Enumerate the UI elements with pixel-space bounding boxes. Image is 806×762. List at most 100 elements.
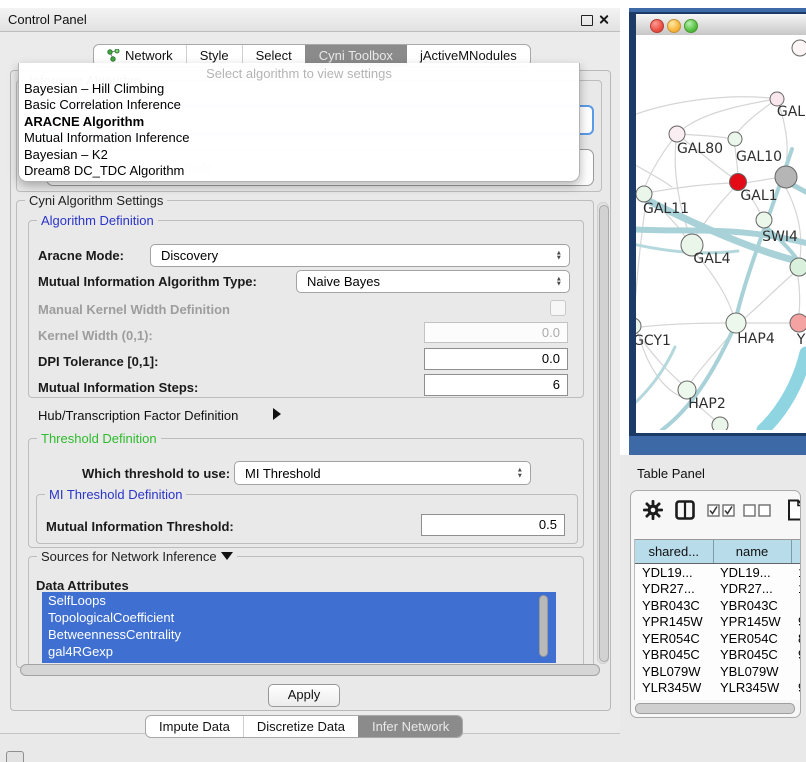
mi-threshold-field[interactable]: 0.5 <box>421 514 565 536</box>
table-cell[interactable]: 8. <box>791 630 801 647</box>
network-node-swi4[interactable] <box>756 212 772 228</box>
tab-infer-network[interactable]: Infer Network <box>358 716 462 737</box>
table-cell[interactable]: YBR045C <box>713 647 791 664</box>
table-cell[interactable]: YBR043C <box>713 597 791 614</box>
network-node[interactable] <box>712 417 728 430</box>
table-cell[interactable]: YDR27... <box>713 581 791 598</box>
table-horizontal-scrollbar[interactable] <box>635 703 795 713</box>
dpi-tolerance-field[interactable]: 0.0 <box>424 348 568 370</box>
table-cell[interactable]: YBR043C <box>635 597 713 614</box>
mi-type-combo[interactable]: Naive Bayes ▲▼ <box>296 270 570 293</box>
network-edge[interactable] <box>641 323 727 327</box>
table-row[interactable]: YER054CYER054C8. <box>635 630 801 647</box>
table-cell[interactable]: YER054C <box>635 630 713 647</box>
hub-expander-label[interactable]: Hub/Transcription Factor Definition <box>38 408 238 423</box>
network-window[interactable]: GALGAL80GAL10GAL1GAL11SWI4GAL4GCY1HAP4YH… <box>629 12 806 436</box>
mi-steps-field[interactable]: 6 <box>424 374 568 396</box>
algorithm-option-bayesian-hill-climbing[interactable]: Bayesian – Hill Climbing <box>19 81 579 97</box>
column-header-a[interactable]: A <box>791 540 801 564</box>
table-cell[interactable]: YPR145W <box>713 614 791 631</box>
network-node-gal80[interactable] <box>669 126 685 142</box>
network-edge[interactable] <box>645 134 677 187</box>
network-node[interactable] <box>790 258 806 276</box>
network-edge[interactable] <box>745 274 793 318</box>
algorithm-option-basic-correlation-inference[interactable]: Basic Correlation Inference <box>19 97 579 113</box>
table-row[interactable]: YBR043CYBR043C <box>635 597 801 614</box>
expander-arrow-icon[interactable] <box>273 408 281 420</box>
aracne-mode-combo[interactable]: Discovery ▲▼ <box>150 244 570 267</box>
scrollbar-thumb[interactable] <box>635 703 795 714</box>
network-node-hap4[interactable] <box>726 313 746 333</box>
table-cell[interactable] <box>791 597 801 614</box>
table-cell[interactable]: 13 <box>791 564 801 581</box>
table-cell[interactable]: 9. <box>791 647 801 664</box>
network-node-gcy1[interactable] <box>636 318 641 334</box>
attribute-item-betweennesscentrality[interactable]: BetweennessCentrality <box>42 626 556 643</box>
network-canvas[interactable]: GALGAL80GAL10GAL1GAL11SWI4GAL4GCY1HAP4YH… <box>636 35 806 433</box>
scrollbar-thumb[interactable] <box>599 205 609 662</box>
table-cell[interactable]: 9. <box>791 614 801 631</box>
network-edge[interactable] <box>662 332 732 430</box>
network-window-titlebar[interactable] <box>636 14 806 36</box>
table-cell[interactable]: 9 <box>791 696 801 700</box>
table-cell[interactable]: YIL053C <box>635 696 713 700</box>
close-traffic-light[interactable] <box>650 19 664 33</box>
column-header-name[interactable]: name <box>713 540 791 564</box>
table-row[interactable]: YLR345WYLR345W9. <box>635 680 801 697</box>
algorithm-option-aracne-algorithm[interactable]: ARACNE Algorithm <box>19 114 579 130</box>
algorithm-option-mutual-information-inference[interactable]: Mutual Information Inference <box>19 130 579 146</box>
zoom-traffic-light[interactable] <box>684 19 698 33</box>
list-scrollbar-thumb[interactable] <box>539 595 548 657</box>
algorithm-option-bayesian-k2[interactable]: Bayesian – K2 <box>19 147 579 163</box>
attribute-item-topologicalcoefficient[interactable]: TopologicalCoefficient <box>42 609 556 626</box>
collapse-arrow-icon[interactable] <box>221 552 233 560</box>
table-row[interactable]: YPR145WYPR145W9. <box>635 614 801 631</box>
attribute-item-gal4rgexp[interactable]: gal4RGexp <box>42 643 556 660</box>
network-edge[interactable] <box>677 99 777 134</box>
table-cell[interactable]: YBR045C <box>635 647 713 664</box>
table-cell[interactable]: 12 <box>791 581 801 598</box>
table-row[interactable]: YDR27...YDR27...12 <box>635 581 801 598</box>
gear-icon[interactable] <box>643 500 663 520</box>
network-edge[interactable] <box>798 277 800 314</box>
network-edge[interactable] <box>734 99 777 137</box>
network-node[interactable] <box>775 166 797 188</box>
table-cell[interactable]: YBL079W <box>635 663 713 680</box>
deselect-all-icon[interactable] <box>743 504 771 517</box>
network-edge[interactable] <box>745 178 776 183</box>
settings-horizontal-scrollbar[interactable] <box>20 664 600 675</box>
network-edge[interactable] <box>636 161 672 187</box>
table-cell[interactable]: YLR345W <box>713 680 791 697</box>
network-node-gal11[interactable] <box>636 186 652 202</box>
table-row[interactable]: YBR045CYBR045C9. <box>635 647 801 664</box>
network-edge[interactable] <box>636 202 646 318</box>
table-cell[interactable]: YLR345W <box>635 680 713 697</box>
table-cell[interactable]: YDL19... <box>635 564 713 581</box>
network-node-y[interactable] <box>790 314 806 332</box>
network-edge[interactable] <box>763 353 806 430</box>
tab-discretize-data[interactable]: Discretize Data <box>243 716 358 737</box>
apply-button[interactable]: Apply <box>268 684 340 707</box>
table-row[interactable]: YBL079WYBL079W <box>635 663 801 680</box>
table-row[interactable]: YIL053CYIL053C9 <box>635 696 801 700</box>
table-cell[interactable] <box>791 663 801 680</box>
which-threshold-combo[interactable]: MI Threshold ▲▼ <box>234 461 531 485</box>
document-icon[interactable] <box>787 499 801 521</box>
attribute-item-selfloops[interactable]: SelfLoops <box>42 592 556 609</box>
network-edge[interactable] <box>636 97 770 117</box>
network-node[interactable] <box>792 40 806 56</box>
data-attributes-list[interactable]: SelfLoopsTopologicalCoefficientBetweenne… <box>42 592 556 663</box>
table-row[interactable]: YDL19...YDL19...13 <box>635 564 801 581</box>
tab-impute-data[interactable]: Impute Data <box>146 716 243 737</box>
columns-icon[interactable] <box>675 500 695 520</box>
column-header-shared[interactable]: shared... <box>635 540 713 564</box>
settings-vertical-scrollbar[interactable] <box>597 202 609 664</box>
table-cell[interactable]: YIL053C <box>713 696 791 700</box>
close-icon[interactable] <box>598 14 609 25</box>
scrollbar-thumb[interactable] <box>20 664 600 676</box>
table-cell[interactable]: YDL19... <box>713 564 791 581</box>
table-cell[interactable]: YBL079W <box>713 663 791 680</box>
select-all-icon[interactable] <box>707 504 735 517</box>
table-cell[interactable]: YER054C <box>713 630 791 647</box>
algorithm-option-dream8-dc-tdc-algorithm[interactable]: Dream8 DC_TDC Algorithm <box>19 163 579 179</box>
